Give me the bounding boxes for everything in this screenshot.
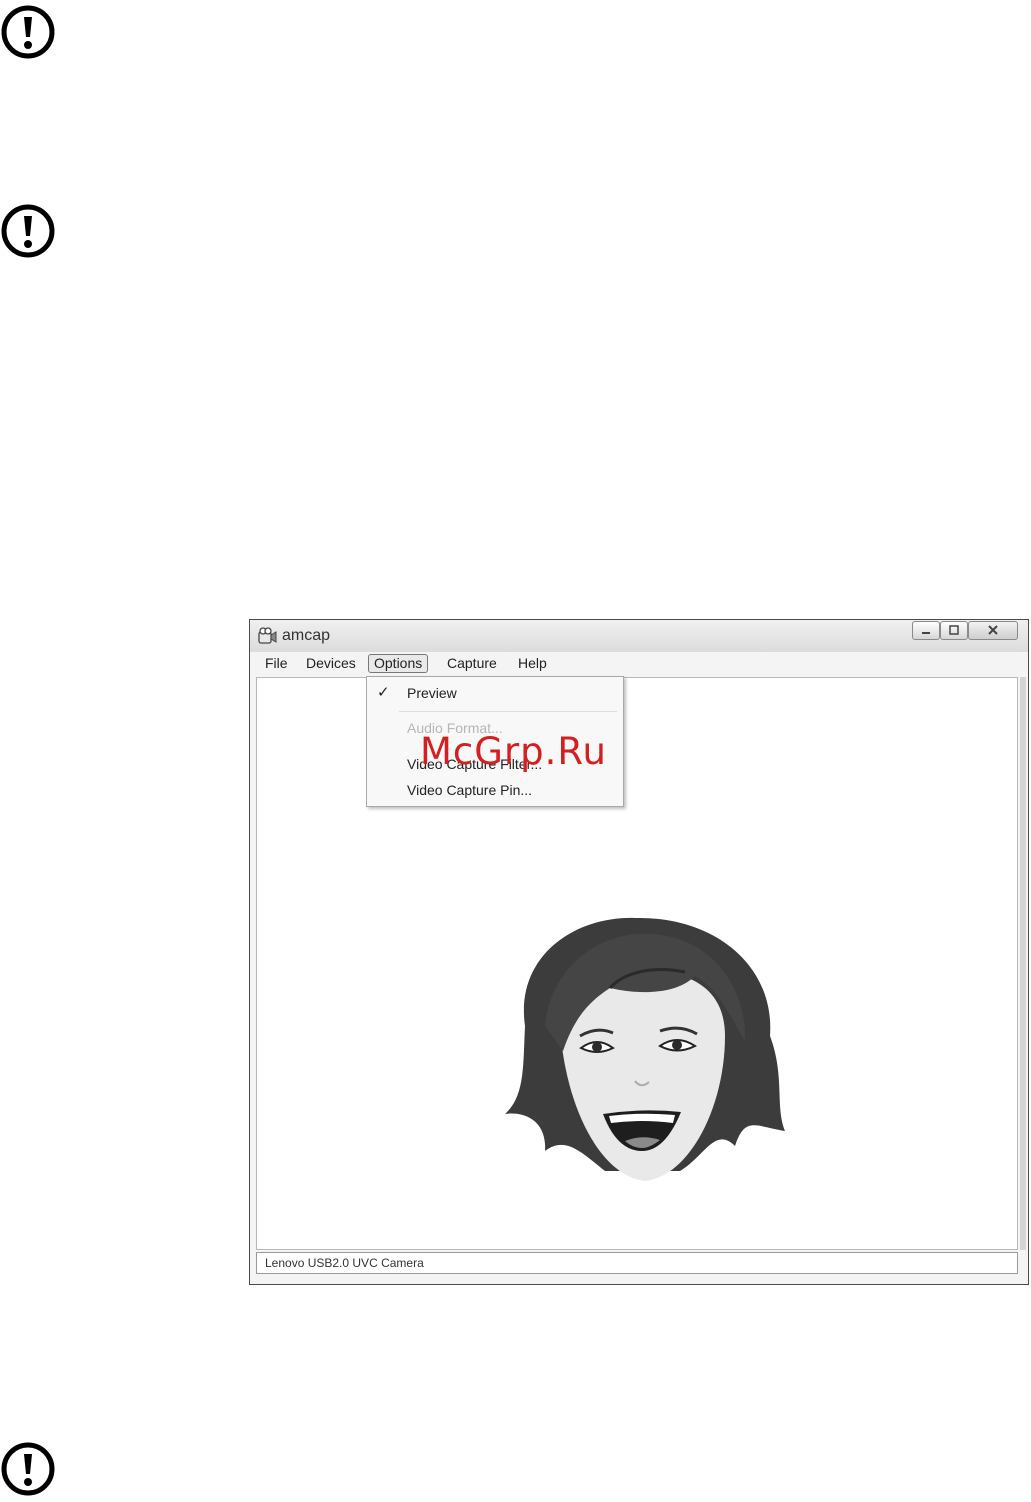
warning-icon xyxy=(1,204,55,258)
warning-icon xyxy=(1,5,55,59)
close-icon xyxy=(988,625,998,635)
menu-bar: File Devices Options Capture Help xyxy=(254,652,1024,676)
menu-item-preview[interactable]: Preview xyxy=(407,685,457,701)
window-title: amcap xyxy=(282,627,331,644)
minimize-button[interactable] xyxy=(912,621,940,640)
status-text: Lenovo USB2.0 UVC Camera xyxy=(265,1256,424,1270)
menu-options[interactable]: Options xyxy=(368,654,429,673)
webcam-face-image xyxy=(505,917,785,1181)
menu-capture[interactable]: Capture xyxy=(442,654,502,673)
scrollbar[interactable] xyxy=(1020,677,1026,1250)
warning-icon xyxy=(1,1442,55,1496)
maximize-button[interactable] xyxy=(940,621,968,640)
minimize-icon xyxy=(922,632,930,634)
menu-file[interactable]: File xyxy=(260,654,293,673)
status-bar: Lenovo USB2.0 UVC Camera xyxy=(256,1252,1018,1274)
menu-devices[interactable]: Devices xyxy=(301,654,361,673)
amcap-window: amcap File Devices Options Capture Help xyxy=(249,619,1029,1285)
title-bar[interactable]: amcap xyxy=(250,620,1028,652)
close-button[interactable] xyxy=(968,621,1018,640)
watermark-text: McGrp.Ru xyxy=(420,730,607,773)
maximize-icon xyxy=(949,625,959,635)
menu-item-video-capture-pin[interactable]: Video Capture Pin... xyxy=(407,782,532,798)
checkmark-icon: ✓ xyxy=(377,684,390,701)
menu-help[interactable]: Help xyxy=(513,654,552,673)
app-camera-icon xyxy=(258,627,277,644)
menu-separator xyxy=(399,711,617,712)
